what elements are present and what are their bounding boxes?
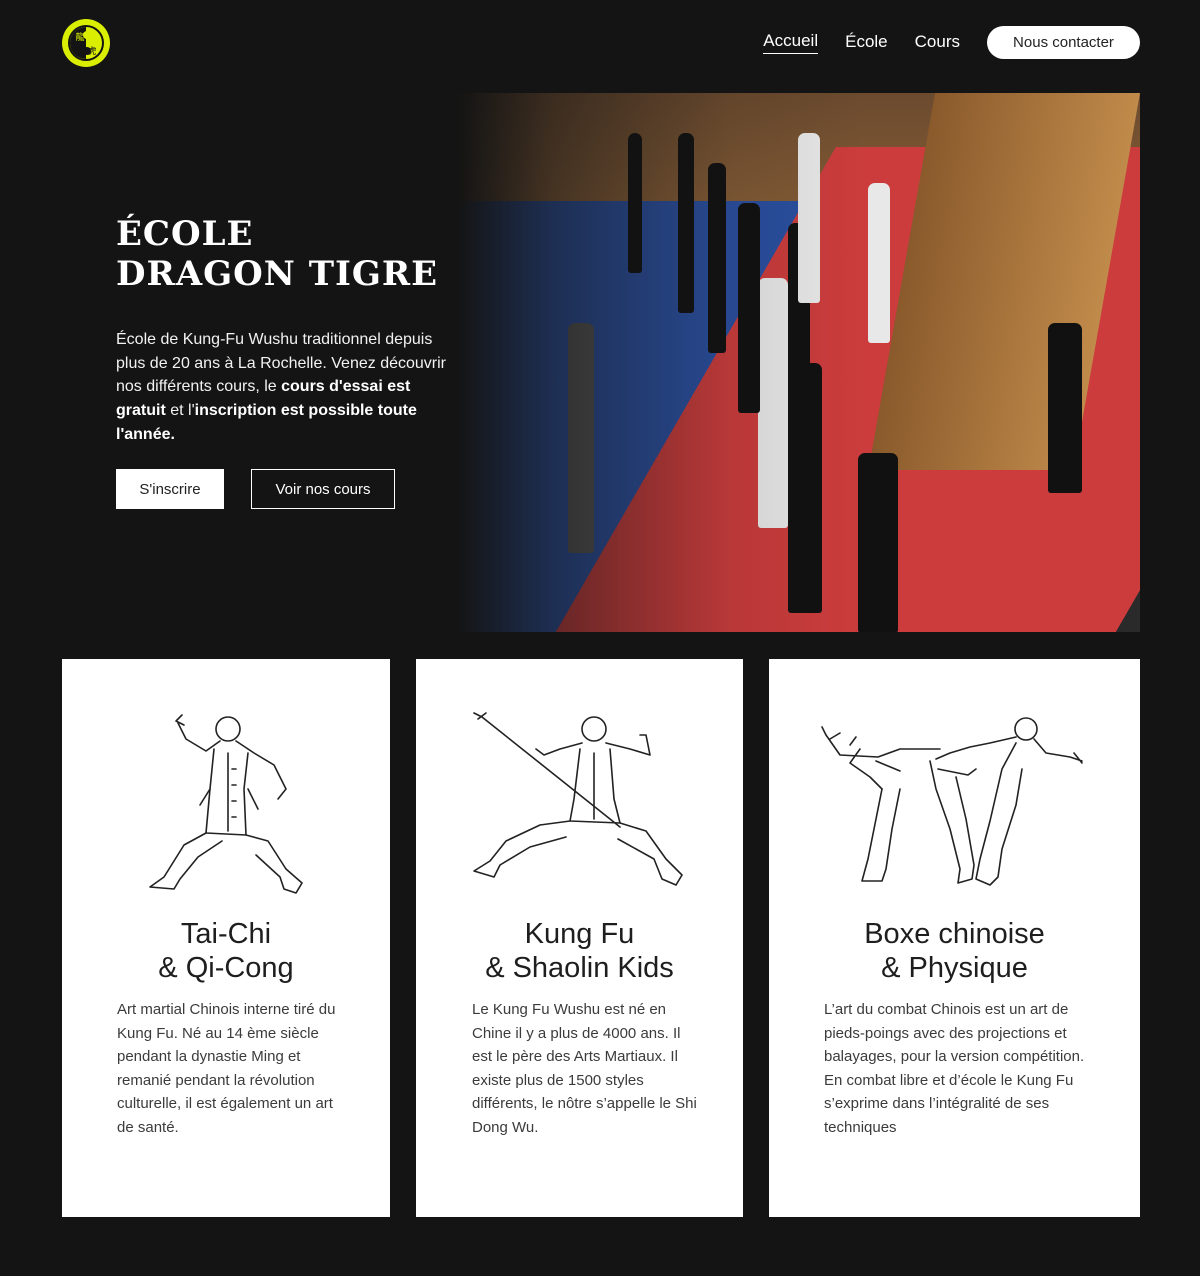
logo-glyph: 虎 xyxy=(87,47,97,57)
course-title-line1: Kung Fu xyxy=(524,918,635,950)
view-courses-button[interactable]: Voir nos cours xyxy=(251,469,395,509)
course-title-line2: & Physique xyxy=(881,952,1028,984)
yin-yang-icon: 龍虎 xyxy=(68,25,104,61)
course-description: Le Kung Fu Wushu est né en Chine il y a … xyxy=(472,1001,697,1136)
hero-title-line2: Dragon Tigre xyxy=(116,254,439,294)
signup-button[interactable]: S'inscrire xyxy=(116,469,224,509)
logo-glyph: 龍 xyxy=(75,33,85,43)
hero-content: École Dragon Tigre École de Kung-Fu Wush… xyxy=(116,214,446,447)
course-title: Tai-Chi & Qi-Cong xyxy=(62,917,390,985)
course-title-line1: Boxe chinoise xyxy=(864,918,1045,950)
hero-title: École Dragon Tigre xyxy=(116,214,446,294)
main-nav: Accueil École Cours Nous contacter xyxy=(763,26,1140,59)
course-card-tai-chi: Tai-Chi & Qi-Cong Art martial Chinois in… xyxy=(62,659,390,1217)
course-description: Art martial Chinois interne tiré du Kung… xyxy=(117,1001,336,1136)
nav-item-accueil[interactable]: Accueil xyxy=(763,31,819,54)
course-card-boxe-chinoise: Boxe chinoise & Physique L’art du combat… xyxy=(769,659,1140,1217)
tai-chi-figure-icon xyxy=(62,709,390,899)
hero-title-line1: École xyxy=(116,214,254,254)
hero-photo xyxy=(458,93,1140,632)
course-title-line2: & Shaolin Kids xyxy=(485,952,674,984)
nav-item-ecole[interactable]: École xyxy=(845,32,888,54)
contact-button[interactable]: Nous contacter xyxy=(987,26,1140,59)
kung-fu-staff-figure-icon xyxy=(416,709,743,899)
course-title: Kung Fu & Shaolin Kids xyxy=(416,917,743,985)
sparring-fighters-icon xyxy=(769,709,1140,899)
course-description: L’art du combat Chinois est un art de pi… xyxy=(824,1001,1085,1136)
course-title: Boxe chinoise & Physique xyxy=(769,917,1140,985)
course-card-kung-fu: Kung Fu & Shaolin Kids Le Kung Fu Wushu … xyxy=(416,659,743,1217)
hero-desc-part2: et l' xyxy=(165,402,195,420)
course-title-line2: & Qi-Cong xyxy=(158,952,294,984)
course-title-line1: Tai-Chi xyxy=(180,918,272,950)
hero-description: École de Kung-Fu Wushu traditionnel depu… xyxy=(116,328,446,447)
school-logo[interactable]: 龍虎 xyxy=(62,19,110,67)
nav-item-cours[interactable]: Cours xyxy=(915,32,960,54)
hero-desc-part3: . xyxy=(170,425,175,443)
hero-buttons: S'inscrire Voir nos cours xyxy=(116,469,395,509)
